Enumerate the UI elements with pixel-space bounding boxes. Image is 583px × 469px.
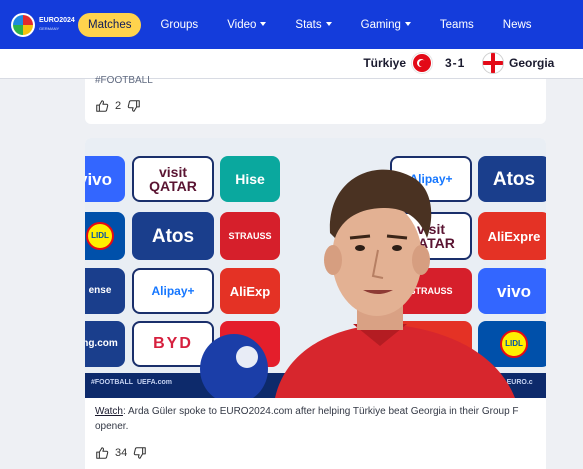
thumbs-down-icon[interactable] (133, 446, 147, 460)
thumbs-down-icon[interactable] (127, 99, 141, 113)
nav-news[interactable]: News (493, 13, 542, 37)
sponsor-board: visit QATAR (132, 156, 214, 202)
logo-text: EURO2024 (39, 16, 75, 24)
caption-text: : Arda Güler spoke to EURO2024.com after… (95, 406, 519, 432)
nav-matches[interactable]: Matches (78, 12, 142, 37)
chevron-down-icon (325, 22, 332, 27)
microphone-icon (200, 334, 268, 398)
chevron-down-icon (404, 22, 411, 27)
match-score: 3-1 (445, 56, 466, 70)
euro2024-logo[interactable]: EURO2024 GERMANY (0, 0, 78, 49)
sponsor-board: ng.com (85, 321, 125, 367)
nav-items: Matches Groups Video Stats Gaming Teams … (78, 0, 551, 49)
reactions-bar: 2 (95, 99, 141, 113)
video-thumbnail[interactable]: vivo visit QATAR Hise Alipay+ Atos LIDL … (85, 138, 546, 398)
board-text: UEFA.com (137, 379, 173, 386)
thumbs-up-icon[interactable] (95, 446, 109, 460)
home-team-name: Türkiye (363, 56, 406, 70)
watch-link[interactable]: Watch (95, 406, 123, 417)
video-caption: Watch: Arda Güler spoke to EURO2024.com … (95, 404, 540, 434)
player-figure (275, 169, 515, 398)
like-count: 34 (115, 447, 128, 459)
chevron-down-icon (260, 22, 267, 27)
sponsor-board: vivo (85, 156, 125, 202)
sponsor-board: Alipay+ (132, 268, 214, 314)
like-count: 2 (115, 100, 122, 112)
sponsor-board: ense (85, 268, 125, 314)
board-text: #FOOTBALL (91, 379, 133, 386)
turkiye-flag-icon (412, 53, 432, 73)
post-card: #FOOTBALL 2 (85, 75, 546, 124)
nav-groups[interactable]: Groups (150, 13, 208, 37)
reactions-bar: 34 (95, 446, 147, 460)
euro-ball-icon (11, 12, 35, 37)
thumbs-up-icon[interactable] (95, 99, 109, 113)
sponsor-board: Atos (132, 212, 214, 260)
nav-gaming[interactable]: Gaming (351, 13, 421, 37)
post-hashtag: #FOOTBALL (95, 75, 153, 86)
top-navigation: EURO2024 GERMANY Matches Groups Video St… (0, 0, 583, 49)
nav-teams[interactable]: Teams (430, 13, 484, 37)
sponsor-board: LIDL (85, 212, 125, 260)
georgia-flag-icon (483, 53, 503, 73)
nav-stats[interactable]: Stats (285, 13, 341, 37)
away-team-name: Georgia (509, 56, 555, 70)
video-post-card: vivo visit QATAR Hise Alipay+ Atos LIDL … (85, 138, 546, 469)
logo-subtext: GERMANY (39, 25, 60, 31)
nav-video[interactable]: Video (217, 13, 276, 37)
